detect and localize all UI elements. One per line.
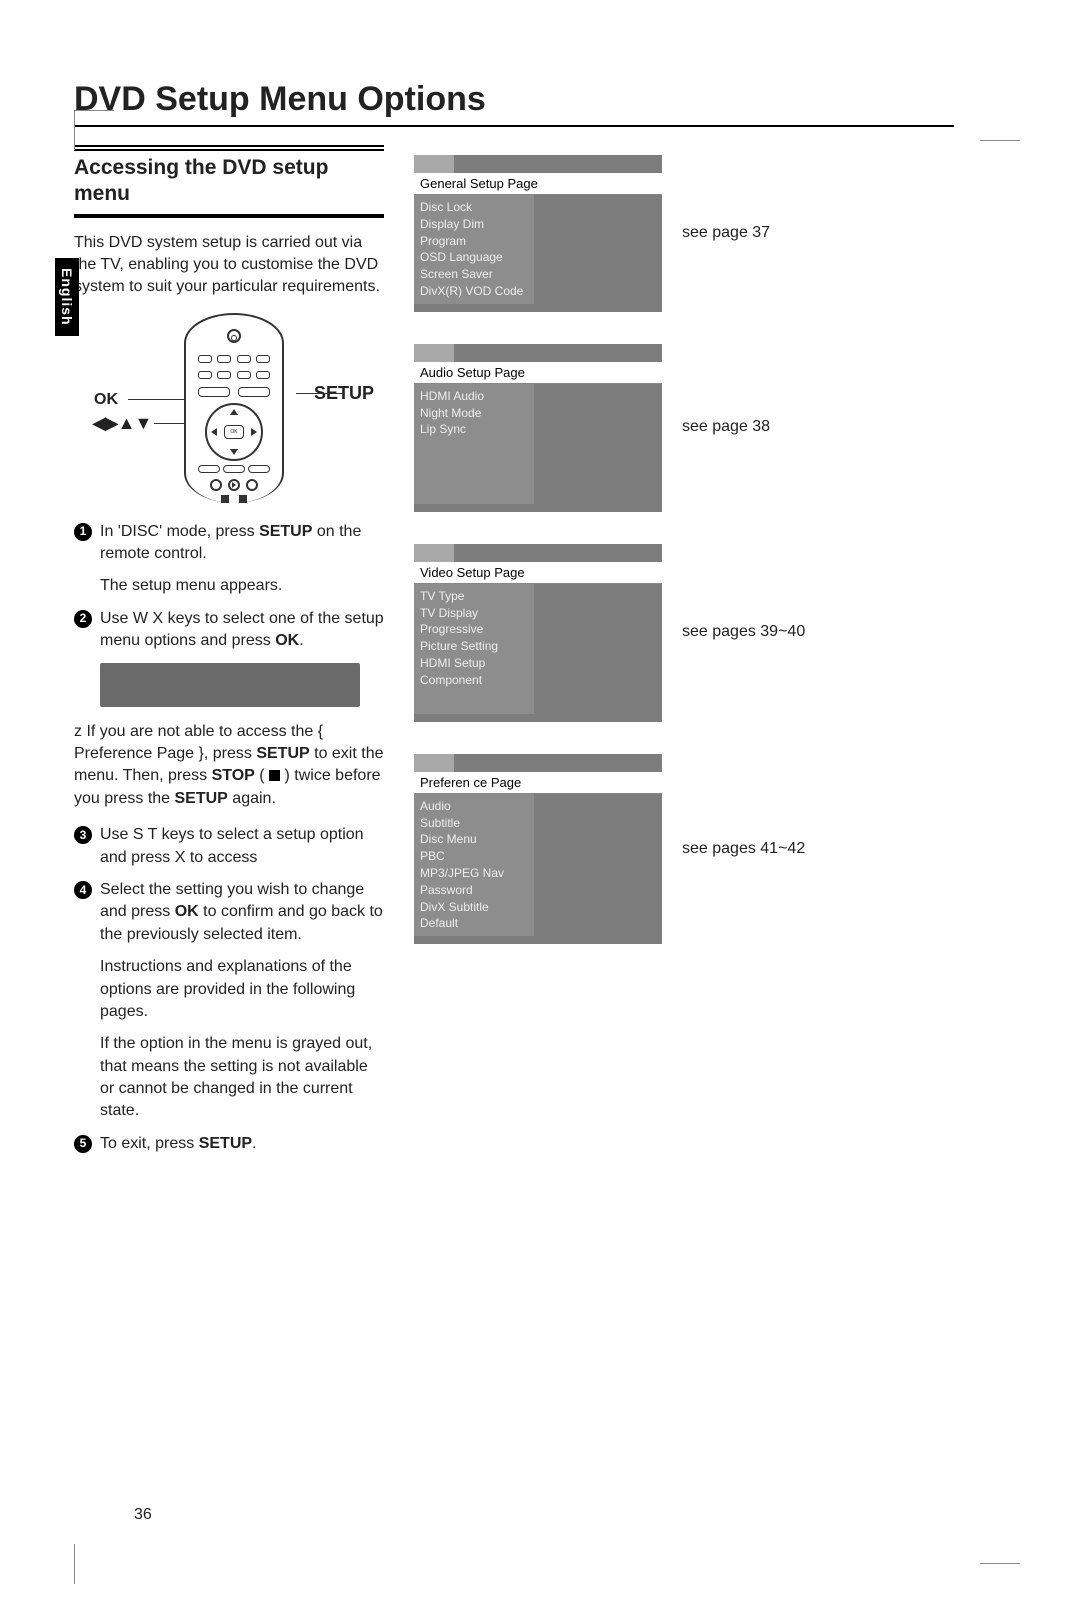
- page-ref: see pages 39~40: [682, 622, 805, 643]
- step-5: 5 To exit, press SETUP.: [74, 1133, 384, 1155]
- step-2: 2 Use W X keys to select one of the setu…: [74, 608, 384, 653]
- crop-mark: [74, 1544, 75, 1584]
- stop-icon: [269, 770, 280, 781]
- menu-items: TV Type TV Display Progressive Picture S…: [414, 584, 534, 714]
- step-number-icon: 4: [74, 881, 92, 899]
- menu-items: Audio Subtitle Disc Menu PBC MP3/JPEG Na…: [414, 794, 534, 936]
- menu-title: Audio Setup Page: [414, 362, 662, 384]
- menu-title: General Setup Page: [414, 173, 662, 195]
- menu-title: Video Setup Page: [414, 562, 662, 584]
- page-number: 36: [134, 1506, 152, 1524]
- step-number-icon: 2: [74, 610, 92, 628]
- step-1: 1 In 'DISC' mode, press SETUP on the rem…: [74, 521, 384, 566]
- intro-paragraph: This DVD system setup is carried out via…: [74, 232, 384, 299]
- step-1-sub: The setup menu appears.: [100, 575, 384, 597]
- section-heading: Accessing the DVD setup menu: [74, 155, 384, 208]
- menu-audio: Audio Setup Page HDMI Audio Night Mode L…: [414, 344, 954, 512]
- tip-paragraph: z If you are not able to access the { Pr…: [74, 721, 384, 811]
- menu-preference: Preferen ce Page Audio Subtitle Disc Men…: [414, 754, 954, 944]
- language-tab: English: [55, 258, 79, 336]
- label-arrows: ◀▶▲▼: [92, 413, 151, 434]
- step-number-icon: 5: [74, 1135, 92, 1153]
- menu-video: Video Setup Page TV Type TV Display Prog…: [414, 544, 954, 722]
- step-4: 4 Select the setting you wish to change …: [74, 879, 384, 946]
- remote-illustration: OK SETUP ◀▶▲▼ OK: [94, 313, 364, 503]
- step-4-sub2: If the option in the menu is grayed out,…: [100, 1033, 384, 1123]
- step-3: 3 Use S T keys to select a setup option …: [74, 824, 384, 869]
- section-rule-top: Accessing the DVD setup menu: [74, 145, 384, 218]
- label-ok: OK: [94, 391, 118, 409]
- tip-placeholder-box: [100, 663, 360, 707]
- menu-items: Disc Lock Display Dim Program OSD Langua…: [414, 195, 534, 304]
- crop-mark: [74, 110, 114, 150]
- menu-title: Preferen ce Page: [414, 772, 662, 794]
- step-number-icon: 3: [74, 826, 92, 844]
- page-ref: see page 37: [682, 223, 770, 244]
- crop-mark: [980, 140, 1020, 141]
- step-4-sub1: Instructions and explanations of the opt…: [100, 956, 384, 1023]
- page-ref: see page 38: [682, 417, 770, 438]
- step-number-icon: 1: [74, 523, 92, 541]
- page-ref: see pages 41~42: [682, 839, 805, 860]
- menu-items: HDMI Audio Night Mode Lip Sync: [414, 384, 534, 504]
- page-title: DVD Setup Menu Options: [74, 80, 954, 127]
- menu-general: General Setup Page Disc Lock Display Dim…: [414, 155, 954, 312]
- crop-mark: [980, 1563, 1020, 1564]
